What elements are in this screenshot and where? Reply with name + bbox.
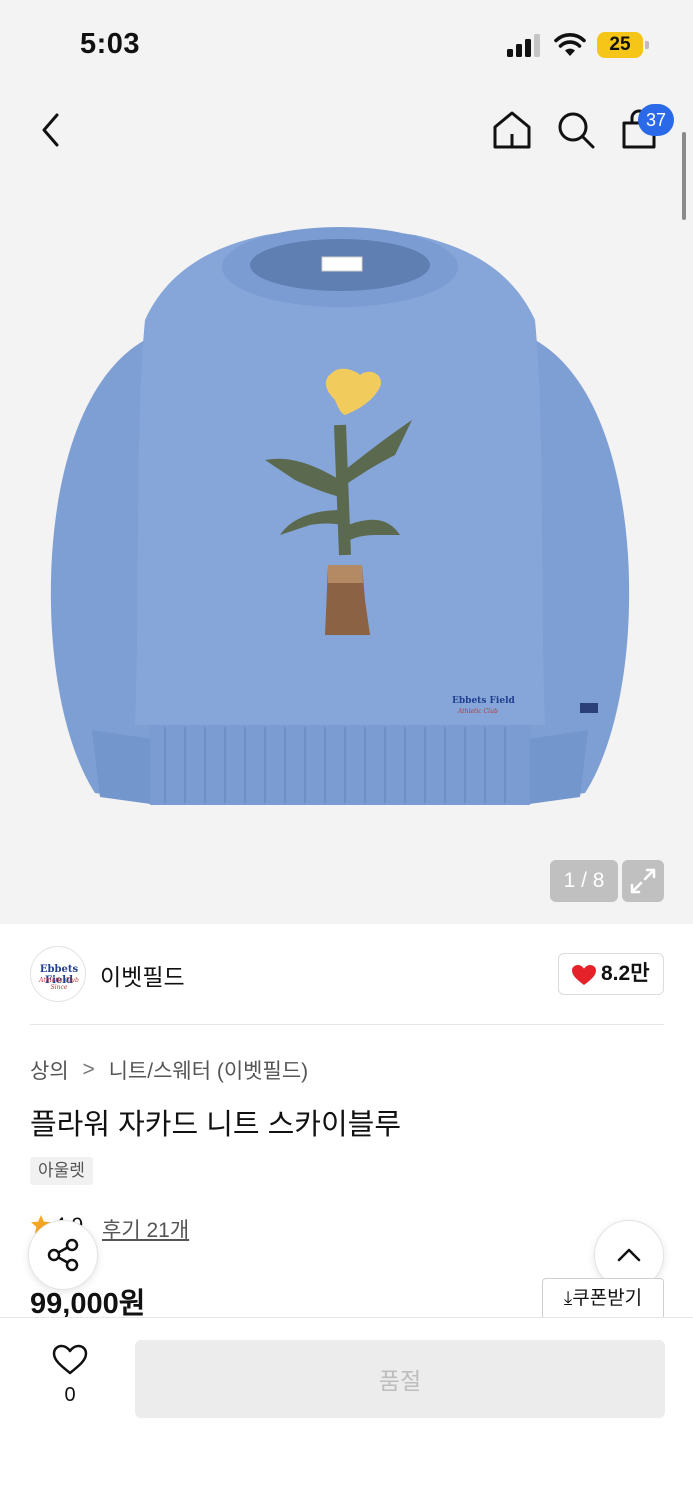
back-button[interactable] [30,106,74,154]
brand-like-button[interactable]: 8.2만 [558,953,664,995]
product-title: 플라워 자카드 니트 스카이블루 [30,1109,402,1141]
coupon-label: 쿠폰받기 [572,1288,643,1309]
product-image[interactable]: Ebbets Field Athletic Club [40,225,640,815]
image-page-counter: 1 / 8 [550,860,618,902]
brand-name-link[interactable]: 이벳필드 [100,958,185,992]
status-time: 5:03 [80,28,141,60]
outlet-tag: 아울렛 [30,1157,93,1185]
wishlist-button[interactable]: 0 [40,1340,100,1410]
svg-text:Ebbets Field: Ebbets Field [452,696,515,706]
brand-like-count: 8.2만 [601,962,650,985]
chevron-left-icon [42,113,59,147]
breadcrumb: 상의 > 니트/스웨터 (이벳필드) [30,1055,308,1085]
breadcrumb-category[interactable]: 상의 [30,1055,69,1085]
product-image-gallery[interactable]: 5:03 25 37 Ebbets Field Athletic Club 1 … [0,0,693,924]
status-bar: 5:03 25 [0,0,693,92]
heart-filled-icon [572,965,596,985]
review-count-link[interactable]: 후기 21개 [102,1214,189,1244]
search-icon [558,112,595,149]
breadcrumb-separator: > [82,1058,95,1081]
wifi-icon [554,33,586,56]
expand-image-button[interactable] [622,860,664,902]
home-icon [493,111,531,149]
breadcrumb-subcategory[interactable]: 니트/스웨터 (이벳필드) [109,1055,309,1085]
divider [30,1024,664,1025]
svg-text:Athletic Club: Athletic Club [457,708,498,715]
heart-outline-icon [52,1344,88,1375]
brand-logo-subtext: Athletic Club Since [39,977,79,991]
download-icon: ⤓ [563,1288,573,1309]
wishlist-count: 0 [64,1384,76,1406]
brand-logo[interactable]: Ebbets Field Athletic Club Since [30,946,86,1002]
share-button[interactable] [28,1220,98,1290]
battery-level: 25 [609,34,631,55]
sold-out-button: 품절 [135,1340,665,1418]
home-button[interactable] [488,106,536,154]
cellular-signal-icon [507,34,540,57]
scroll-indicator [682,132,686,220]
expand-icon [630,868,656,894]
share-icon [47,1238,79,1272]
cart-count-badge: 37 [638,104,674,136]
get-coupon-button[interactable]: ⤓쿠폰받기 [542,1278,664,1320]
search-button[interactable] [552,106,600,154]
battery-icon: 25 [597,32,649,58]
